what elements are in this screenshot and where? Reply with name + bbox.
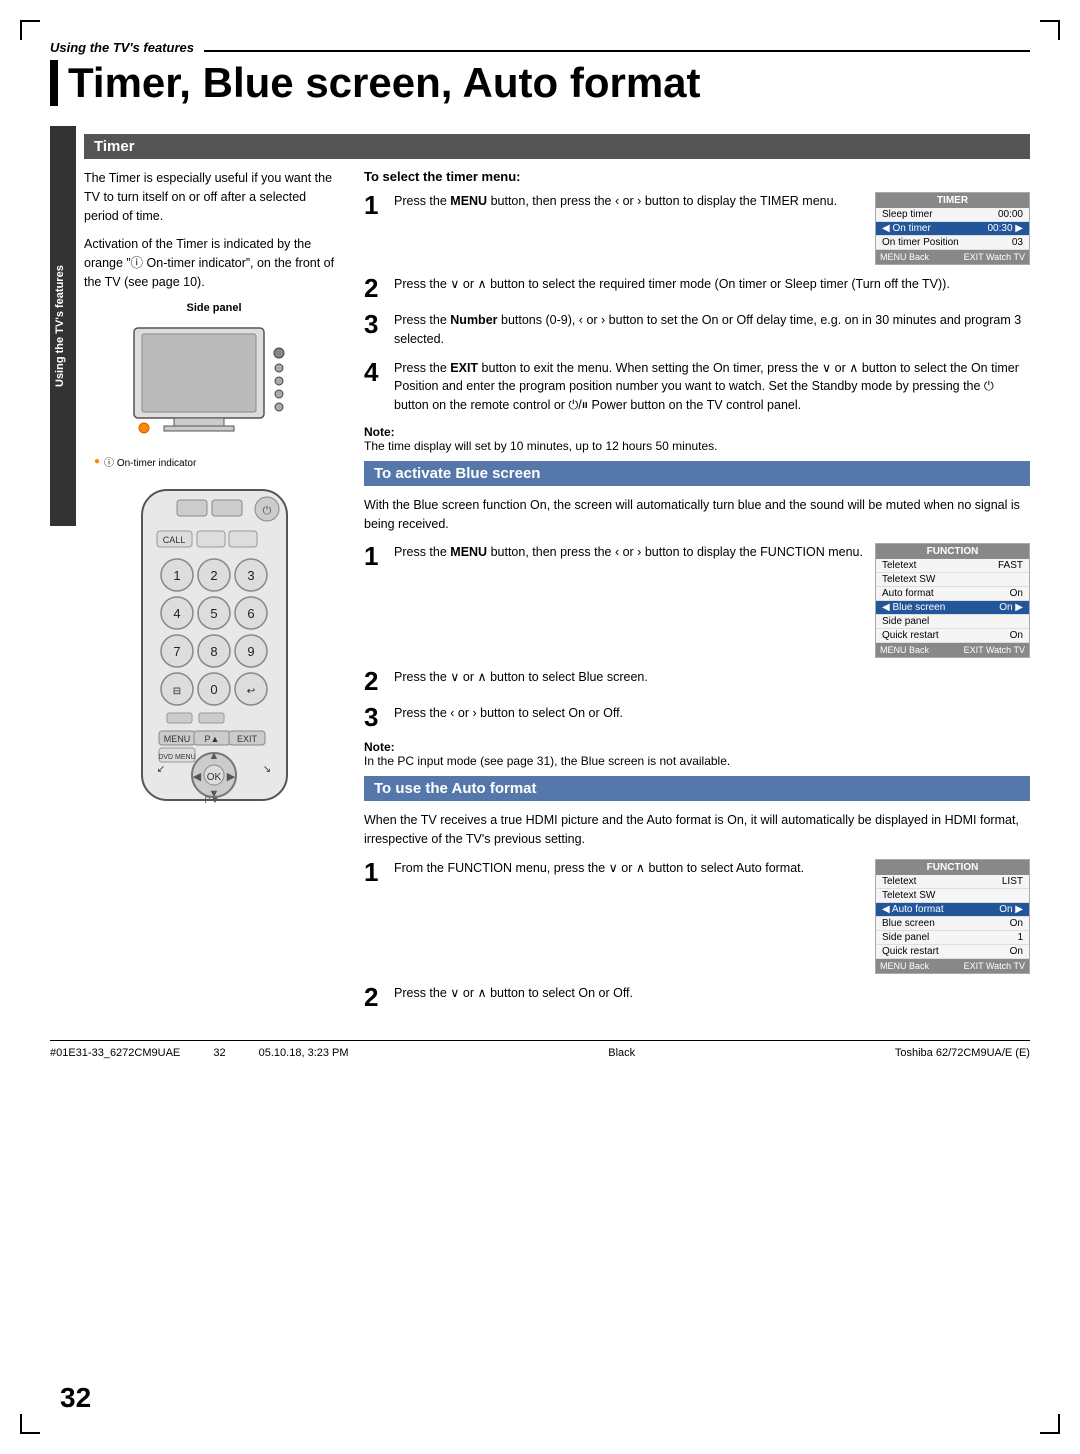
svg-text:P▼: P▼	[204, 795, 219, 805]
step-num-2: 2	[364, 275, 384, 301]
auto-step-num-1: 1	[364, 859, 384, 885]
svg-text:0: 0	[210, 682, 217, 697]
timer-left-col: The Timer is especially useful if you wa…	[84, 169, 344, 1020]
timer-step-2: 2 Press the ∨ or ∧ button to select the …	[364, 275, 1030, 301]
timer-desc-2: Activation of the Timer is indicated by …	[84, 235, 344, 291]
timer-menu-screenshot: TIMER Sleep timer00:00 ◀ On timer00:30 ▶…	[875, 192, 1030, 265]
svg-text:1: 1	[173, 568, 180, 583]
svg-text:CALL: CALL	[162, 535, 185, 545]
svg-text:5: 5	[210, 606, 217, 621]
header-line	[204, 50, 1030, 52]
svg-text:↙: ↙	[156, 764, 164, 775]
svg-text:2: 2	[210, 568, 217, 583]
step-num-4: 4	[364, 359, 384, 385]
timer-note: Note: The time display will set by 10 mi…	[364, 425, 1030, 453]
svg-text:⏻/⏸: ⏻/⏸	[265, 340, 279, 350]
page-number: 32	[60, 1382, 91, 1414]
blue-screen-note: Note: In the PC input mode (see page 31)…	[364, 740, 1030, 768]
blue-screen-desc: With the Blue screen function On, the sc…	[364, 496, 1030, 534]
blue-screen-header: To activate Blue screen	[364, 461, 1030, 486]
svg-text:↘: ↘	[262, 764, 270, 775]
function-menu-screenshot-2: FUNCTION TeletextLIST Teletext SW ◀ Auto…	[875, 859, 1030, 974]
svg-text:3: 3	[247, 568, 254, 583]
auto-step-text-1: From the FUNCTION menu, press the ∨ or ∧…	[394, 859, 865, 878]
auto-step-num-2: 2	[364, 984, 384, 1010]
auto-step-2: 2 Press the ∨ or ∧ button to select On o…	[364, 984, 1030, 1010]
blue-step-text-2: Press the ∨ or ∧ button to select Blue s…	[394, 668, 1030, 687]
blue-step-3: 3 Press the ‹ or › button to select On o…	[364, 704, 1030, 730]
blue-step-text-3: Press the ‹ or › button to select On or …	[394, 704, 1030, 723]
blue-step-2: 2 Press the ∨ or ∧ button to select Blue…	[364, 668, 1030, 694]
footer-color: Black	[608, 1047, 635, 1059]
tv-side-panel-illustration: ⏻/⏸	[84, 318, 344, 448]
corner-mark-bl	[20, 1414, 40, 1434]
main-title: Timer, Blue screen, Auto format	[50, 60, 1030, 106]
corner-mark-br	[1040, 1414, 1060, 1434]
timer-step-3: 3 Press the Number buttons (0-9), ‹ or ›…	[364, 311, 1030, 349]
svg-text:◀: ◀	[192, 771, 201, 783]
footer-model: Toshiba 62/72CM9UA/E (E)	[895, 1047, 1030, 1059]
page: Using the TV's features Timer, Blue scre…	[0, 0, 1080, 1454]
timer-step-4: 4 Press the EXIT button to exit the menu…	[364, 359, 1030, 415]
function-menu-screenshot-1: FUNCTION TeletextFAST Teletext SW Auto f…	[875, 543, 1030, 658]
svg-text:EXIT: EXIT	[236, 734, 257, 744]
auto-format-desc: When the TV receives a true HDMI picture…	[364, 811, 1030, 849]
step-text-2: Press the ∨ or ∧ button to select the re…	[394, 275, 1030, 294]
svg-text:OK: OK	[206, 772, 221, 783]
timer-step-1: 1 Press the MENU button, then press the …	[364, 192, 1030, 265]
svg-text:▶: ▶	[226, 771, 235, 783]
blue-step-num-2: 2	[364, 668, 384, 694]
step-num-3: 3	[364, 311, 384, 337]
svg-text:⏻: ⏻	[262, 505, 271, 517]
step-text-4: Press the EXIT button to exit the menu. …	[394, 359, 1030, 415]
on-timer-label: ● ⓘ On-timer indicator	[94, 454, 344, 469]
step-text-3: Press the Number buttons (0-9), ‹ or › b…	[394, 311, 1030, 349]
svg-text:7: 7	[173, 644, 180, 659]
section-header: Using the TV's features	[50, 40, 1030, 55]
svg-text:↩: ↩	[246, 686, 254, 697]
timer-desc-1: The Timer is especially useful if you wa…	[84, 169, 344, 225]
step-num-1: 1	[364, 192, 384, 218]
footer-left: #01E31-33_6272CM9UAE 32 05.10.18, 3:23 P…	[50, 1047, 349, 1059]
blue-step-num-3: 3	[364, 704, 384, 730]
timer-section-header: Timer	[84, 134, 1030, 159]
svg-text:MENU: MENU	[163, 734, 190, 744]
svg-text:9: 9	[247, 644, 254, 659]
page-footer: #01E31-33_6272CM9UAE 32 05.10.18, 3:23 P…	[50, 1040, 1030, 1059]
svg-text:⊟: ⊟	[172, 686, 180, 697]
auto-format-header: To use the Auto format	[364, 776, 1030, 801]
blue-step-num-1: 1	[364, 543, 384, 569]
corner-mark-tl	[20, 20, 40, 40]
sidebar-tab: Using the TV's features	[50, 126, 76, 526]
auto-step-1: 1 From the FUNCTION menu, press the ∨ or…	[364, 859, 1030, 974]
to-select-timer-title: To select the timer menu:	[364, 169, 1030, 184]
blue-step-1: 1 Press the MENU button, then press the …	[364, 543, 1030, 658]
step-text-1: Press the MENU button, then press the ‹ …	[394, 192, 865, 211]
svg-text:6: 6	[247, 606, 254, 621]
blue-step-text-1: Press the MENU button, then press the ‹ …	[394, 543, 865, 562]
svg-text:▲: ▲	[208, 750, 219, 762]
svg-text:P▲: P▲	[204, 734, 219, 744]
main-content: Timer The Timer is especially useful if …	[84, 126, 1030, 1020]
svg-text:8: 8	[210, 644, 217, 659]
corner-mark-tr	[1040, 20, 1060, 40]
timer-right-col: To select the timer menu: 1 Press the ME…	[364, 169, 1030, 1020]
auto-step-text-2: Press the ∨ or ∧ button to select On or …	[394, 984, 1030, 1003]
section-label: Using the TV's features	[50, 40, 194, 55]
side-panel-label: Side panel	[84, 302, 344, 314]
timer-two-col: The Timer is especially useful if you wa…	[84, 169, 1030, 1020]
svg-text:DVD MENU: DVD MENU	[158, 754, 195, 761]
remote-control-illustration: ⏻ CALL 1 2	[84, 485, 344, 805]
svg-text:4: 4	[173, 606, 180, 621]
